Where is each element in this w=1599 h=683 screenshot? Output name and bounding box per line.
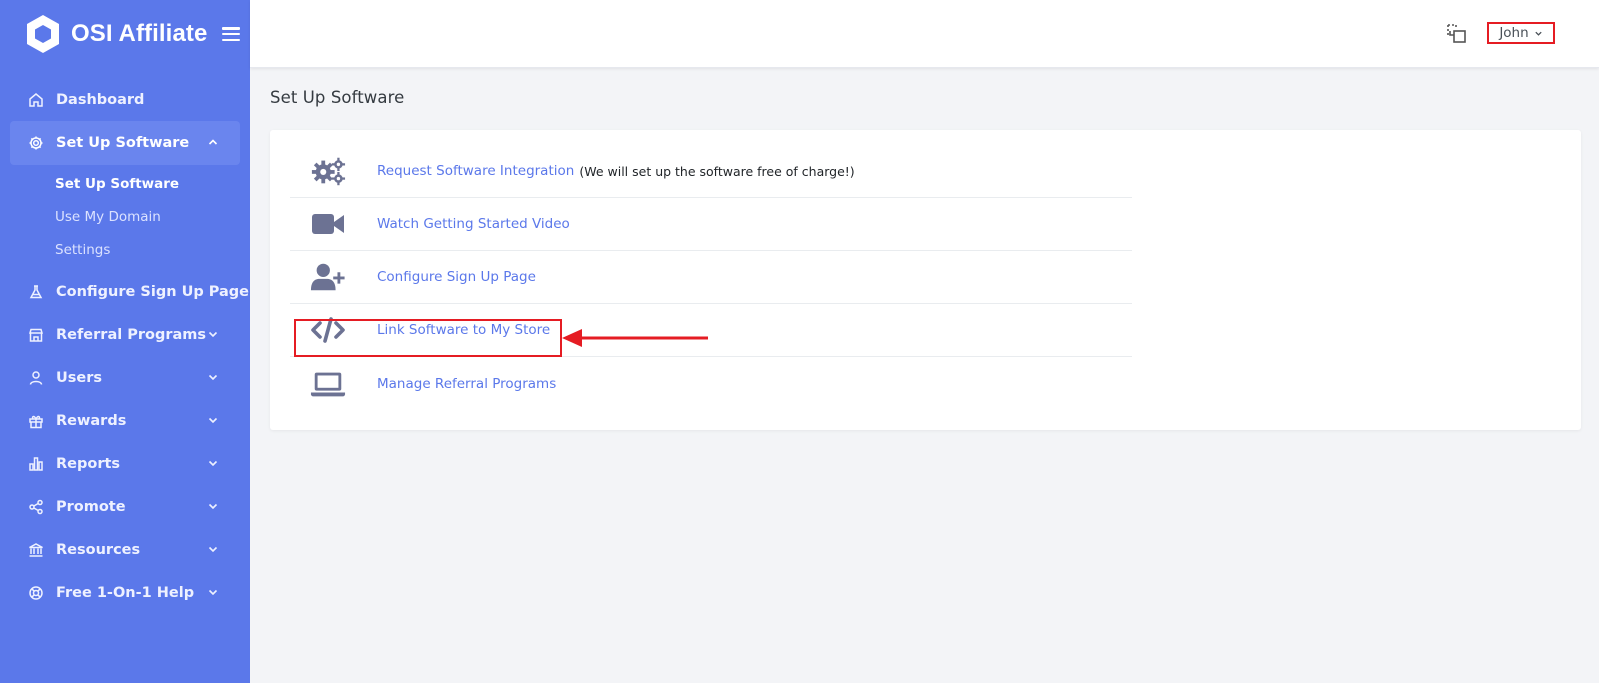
sidebar-item-label: Configure Sign Up Page — [56, 283, 250, 300]
list-item: Request Software Integration (We will se… — [290, 145, 1132, 198]
sidebar-item-configure-sign-up-page[interactable]: Configure Sign Up Page — [0, 270, 250, 313]
code-icon — [310, 314, 346, 346]
sidebar-item-free-help[interactable]: Free 1-On-1 Help — [0, 571, 250, 614]
sidebar-subitem-settings[interactable]: Settings — [0, 233, 250, 266]
sidebar-item-rewards[interactable]: Rewards — [0, 399, 250, 442]
gift-icon — [27, 412, 45, 430]
fullscreen-icon[interactable] — [1445, 22, 1469, 46]
user-plus-icon — [310, 261, 346, 293]
gear-icon — [27, 134, 45, 152]
chevron-down-icon — [208, 589, 218, 596]
setup-actions-list: Request Software Integration (We will se… — [290, 145, 1132, 410]
sidebar-item-label: Set Up Software — [56, 135, 190, 151]
bank-icon — [27, 541, 45, 559]
sidebar: OSI Affiliate Dashboard Set Up Software … — [0, 0, 250, 683]
chevron-down-icon — [208, 417, 218, 424]
bar-chart-icon — [27, 455, 45, 473]
lifebuoy-icon — [27, 584, 45, 602]
sidebar-item-reports[interactable]: Reports — [0, 442, 250, 485]
home-icon — [27, 91, 45, 109]
store-icon — [27, 326, 45, 344]
user-menu-button[interactable]: John — [1487, 22, 1555, 44]
request-software-integration-link[interactable]: Request Software Integration — [377, 163, 574, 179]
list-item: Manage Referral Programs — [290, 357, 1132, 410]
share-icon — [27, 498, 45, 516]
sidebar-subitem-set-up-software[interactable]: Set Up Software — [0, 167, 250, 200]
brand: OSI Affiliate — [0, 0, 250, 68]
list-item: Configure Sign Up Page — [290, 251, 1132, 304]
chevron-down-icon — [208, 374, 218, 381]
brand-name: OSI Affiliate — [71, 20, 208, 47]
sidebar-item-label: Resources — [56, 541, 141, 558]
manage-referral-programs-link[interactable]: Manage Referral Programs — [377, 376, 556, 392]
sidebar-item-label: Users — [56, 369, 103, 386]
chevron-down-icon — [208, 460, 218, 467]
sidebar-item-label: Promote — [56, 498, 126, 515]
chevron-down-icon — [208, 503, 218, 510]
sidebar-item-dashboard[interactable]: Dashboard — [0, 78, 250, 121]
submenu-set-up-software: Set Up Software Use My Domain Settings — [0, 165, 250, 270]
topbar: John — [250, 0, 1599, 68]
chevron-down-icon — [208, 331, 218, 338]
sidebar-item-promote[interactable]: Promote — [0, 485, 250, 528]
sidebar-item-label: Reports — [56, 455, 121, 472]
logo-icon — [24, 13, 62, 55]
sidebar-item-set-up-software[interactable]: Set Up Software — [10, 121, 240, 165]
gears-icon — [310, 155, 346, 187]
sidebar-item-label: Rewards — [56, 412, 127, 429]
configure-sign-up-page-link[interactable]: Configure Sign Up Page — [377, 269, 536, 285]
integration-note: (We will set up the software free of cha… — [579, 163, 855, 179]
laptop-icon — [310, 368, 346, 400]
sidebar-item-referral-programs[interactable]: Referral Programs — [0, 313, 250, 356]
setup-actions-card: Request Software Integration (We will se… — [270, 130, 1581, 430]
chevron-down-icon — [1535, 31, 1542, 36]
sidebar-item-label: Free 1-On-1 Help — [56, 584, 195, 601]
list-item: Watch Getting Started Video — [290, 198, 1132, 251]
user-icon — [27, 369, 45, 387]
link-software-to-my-store-link[interactable]: Link Software to My Store — [377, 322, 550, 338]
watch-getting-started-video-link[interactable]: Watch Getting Started Video — [377, 216, 570, 232]
user-name: John — [1499, 25, 1529, 41]
sidebar-nav: Dashboard Set Up Software Set Up Softwar… — [0, 78, 250, 614]
chevron-up-icon — [208, 139, 218, 145]
sidebar-subitem-use-my-domain[interactable]: Use My Domain — [0, 200, 250, 233]
page-title: Set Up Software — [270, 88, 405, 107]
sidebar-item-label: Dashboard — [56, 91, 145, 108]
video-camera-icon — [310, 208, 346, 240]
menu-toggle-icon[interactable] — [222, 27, 241, 41]
chevron-down-icon — [208, 546, 218, 553]
sidebar-item-users[interactable]: Users — [0, 356, 250, 399]
sidebar-item-resources[interactable]: Resources — [0, 528, 250, 571]
list-item: Link Software to My Store — [290, 304, 1132, 357]
flask-icon — [27, 283, 45, 301]
sidebar-item-label: Referral Programs — [56, 326, 207, 343]
